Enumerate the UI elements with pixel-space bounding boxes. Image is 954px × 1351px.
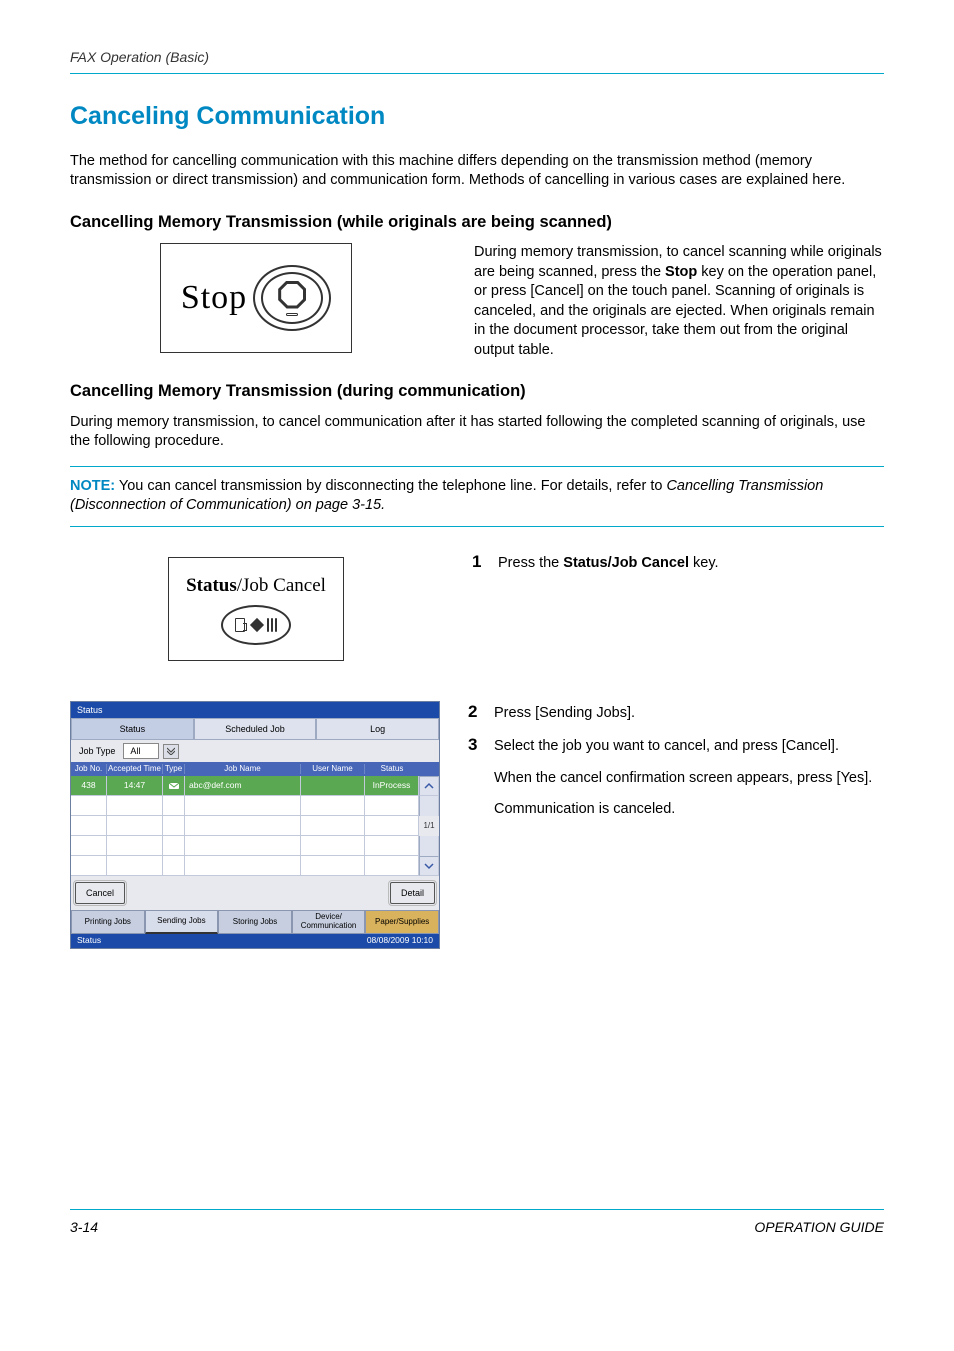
sjc-key-label: Status/Job Cancel [186, 573, 326, 599]
section2-heading: Cancelling Memory Transmission (during c… [70, 380, 884, 402]
step-2-text: Press [Sending Jobs]. [494, 704, 884, 724]
chevron-up-icon [424, 782, 434, 790]
step-3-sub-a: When the cancel confirmation screen appe… [494, 769, 884, 789]
table-row [71, 836, 439, 856]
panel-footer-datetime: 08/08/2009 10:10 [367, 935, 433, 946]
page-indicator: 1/1 [419, 816, 439, 836]
touch-panel-screenshot: Status Status Scheduled Job Log Job Type… [70, 701, 440, 949]
tab-log[interactable]: Log [316, 718, 439, 740]
stop-key-figure: Stop [70, 243, 442, 353]
section1-body: During memory transmission, to cancel sc… [474, 243, 884, 360]
step-3-number: 3 [468, 734, 494, 757]
section1-heading: Cancelling Memory Transmission (while or… [70, 211, 884, 233]
step-2-number: 2 [468, 701, 494, 724]
tab-sending-jobs[interactable]: Sending Jobs [145, 910, 219, 934]
scroll-down-button[interactable] [419, 856, 439, 876]
tab-scheduled[interactable]: Scheduled Job [194, 718, 317, 740]
note-label: NOTE: [70, 478, 115, 494]
tab-paper-supplies[interactable]: Paper/Supplies [365, 910, 439, 934]
section2-intro: During memory transmission, to cancel co… [70, 413, 884, 452]
chevron-down-icon [167, 747, 175, 755]
table-row: 1/1 [71, 816, 439, 836]
job-type-dropdown-button[interactable] [163, 744, 179, 759]
note-block: NOTE: You can cancel transmission by dis… [70, 466, 884, 527]
table-header-row: Job No. Accepted Time Type Job Name User… [71, 762, 439, 776]
page-number: 3-14 [70, 1218, 98, 1237]
panel-titlebar: Status [71, 702, 439, 718]
step-3-text: Select the job you want to cancel, and p… [494, 737, 884, 757]
tab-status[interactable]: Status [71, 718, 194, 740]
job-type-select[interactable]: All [123, 743, 159, 759]
chevron-down-icon [424, 862, 434, 870]
stop-key-label: Stop [181, 275, 247, 321]
status-job-cancel-key-figure: Status/Job Cancel [70, 551, 442, 661]
table-row [71, 796, 439, 816]
panel-footer-status: Status [77, 935, 101, 946]
tab-storing-jobs[interactable]: Storing Jobs [218, 910, 292, 934]
scroll-up-button[interactable] [419, 776, 439, 796]
intro-paragraph: The method for cancelling communication … [70, 152, 884, 191]
step-1-text: Press the Status/Job Cancel key. [498, 554, 884, 574]
stop-key-button-icon [253, 265, 331, 331]
table-row [71, 856, 439, 876]
detail-button[interactable]: Detail [390, 882, 435, 904]
tab-device-communication[interactable]: Device/ Communication [292, 910, 366, 934]
sjc-key-icon [221, 605, 291, 645]
tab-printing-jobs[interactable]: Printing Jobs [71, 910, 145, 934]
footer-guide-label: OPERATION GUIDE [754, 1218, 884, 1237]
running-header: FAX Operation (Basic) [70, 48, 884, 67]
job-type-icon [163, 776, 185, 796]
page-title: Canceling Communication [70, 100, 884, 134]
step-3-sub-b: Communication is canceled. [494, 800, 884, 820]
job-type-label: Job Type [75, 745, 119, 757]
header-rule [70, 73, 884, 74]
step-1-number: 1 [472, 551, 498, 574]
page-footer: 3-14 OPERATION GUIDE [70, 1209, 884, 1237]
cancel-button[interactable]: Cancel [75, 882, 125, 904]
table-row[interactable]: 438 14:47 abc@def.com InProcess [71, 776, 439, 796]
